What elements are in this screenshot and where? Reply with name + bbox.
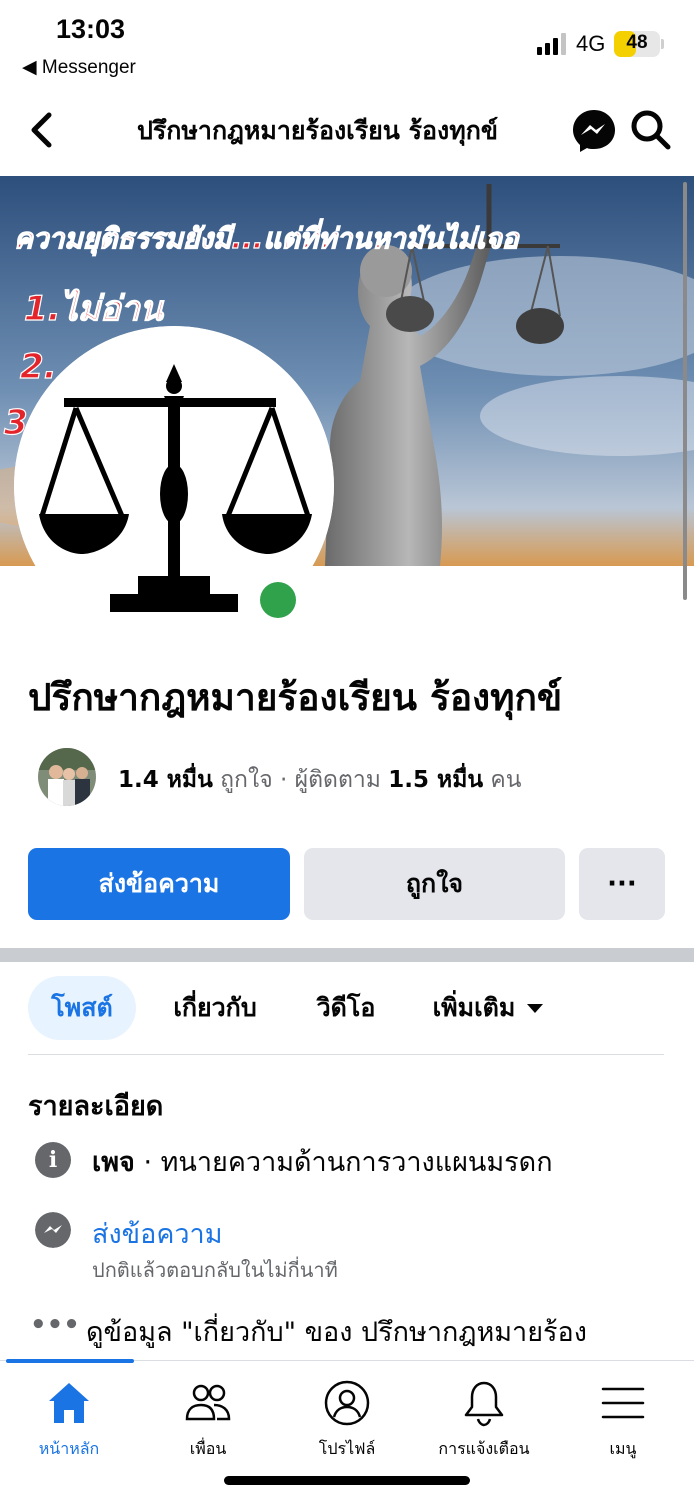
signal-icon [537,33,566,55]
home-icon [49,1383,89,1423]
online-dot [260,582,296,618]
cover-item-1: 1.ไม่อ่าน [24,288,165,329]
hamburger-menu-icon [601,1387,645,1419]
nav-notifications[interactable]: การแจ้งเตือน [419,1375,549,1459]
likes-label: ถูกใจ [220,767,273,793]
send-message-button[interactable]: ส่งข้อความ [28,848,290,920]
nav-profile[interactable]: โปรไฟล์ [282,1375,412,1459]
category-value: ทนายความด้านการวางแผนมรดก [160,1147,553,1178]
battery-nub [661,39,664,49]
active-tab-indicator [6,1359,134,1363]
messenger-small-icon [35,1212,71,1248]
nav-notifications-label: การแจ้งเตือน [438,1439,530,1458]
bell-icon [464,1381,504,1427]
friends-avatar [38,748,96,806]
info-icon: i [35,1142,71,1178]
response-time: ปกติแล้วตอบกลับในไม่กี่นาที [92,1258,338,1282]
nav-profile-label: โปรไฟล์ [318,1439,376,1458]
details-heading: รายละเอียด [28,1091,164,1122]
more-options-button[interactable]: ··· [579,848,665,920]
page-stats[interactable]: 1.4 หมื่น ถูกใจ · ผู้ติดตาม 1.5 หมื่น คน [38,748,678,806]
friends-icon [185,1384,231,1421]
online-status [252,574,304,626]
profile-tabs: โพสต์ เกี่ยวกับ วิดีโอ เพิ่มเติม [0,976,694,1040]
tab-videos[interactable]: วิดีโอ [296,976,396,1040]
back-arrow-icon[interactable] [22,107,62,153]
battery-icon: 48 [614,31,660,57]
nav-home-label: หน้าหลัก [38,1439,100,1458]
cover-item-2: 2. [20,347,57,387]
followers-unit: คน [490,767,522,793]
back-to-messenger-link[interactable]: ◀ Messenger [22,56,136,79]
see-about-link[interactable]: ดูข้อมูล "เกี่ยวกับ" ของ ปรึกษากฎหมายร้อ… [86,1310,686,1353]
home-indicator [224,1476,470,1485]
header-title: ปรึกษากฎหมายร้องเรียน ร้องทุกข์ [137,116,498,145]
followers-label: ผู้ติดตาม [294,767,381,793]
nav-friends-label: เพื่อน [189,1439,227,1458]
nav-home[interactable]: หน้าหลัก [4,1375,134,1459]
profile-icon [324,1380,370,1426]
status-bar: 13:03 ◀ Messenger 4G 48 [0,0,694,90]
nav-menu-label: เมนู [609,1439,637,1458]
search-icon[interactable] [628,107,674,153]
stats-separator: · [279,767,288,793]
network-type: 4G [576,31,606,56]
messenger-icon[interactable] [570,107,618,155]
caret-down-icon [527,1004,544,1013]
status-time: 13:03 [56,14,126,44]
stats-text: 1.4 หมื่น ถูกใจ · ผู้ติดตาม 1.5 หมื่น คน [118,762,522,798]
page-name: ปรึกษากฎหมายร้องเรียน ร้องทุกข์ [28,676,563,719]
category-row: เพจ · ทนายความด้านการวางแผนมรดก [92,1140,553,1183]
nav-menu[interactable]: เมนู [558,1375,688,1459]
section-divider [0,948,694,962]
category-label: เพจ [92,1147,135,1178]
followers-count: 1.5 หมื่น [388,767,484,793]
tab-more[interactable]: เพิ่มเติม [414,976,564,1040]
battery-percent: 48 [626,32,648,53]
category-separator: · [134,1147,161,1178]
tab-posts[interactable]: โพสต์ [28,976,136,1040]
tabs-divider [28,1054,664,1055]
send-message-link[interactable]: ส่งข้อความ [92,1212,223,1255]
likes-count: 1.4 หมื่น [118,767,213,793]
tab-more-label: เพิ่มเติม [432,993,516,1022]
more-dots-icon: ••• [30,1310,80,1340]
scroll-indicator [683,182,687,600]
nav-friends[interactable]: เพื่อน [143,1375,273,1459]
page-header: ปรึกษากฎหมายร้องเรียน ร้องทุกข์ [0,95,694,171]
tab-about[interactable]: เกี่ยวกับ [150,976,280,1040]
like-button[interactable]: ถูกใจ [304,848,565,920]
cover-headline: ความยุติธรรมยังมี...แต่ที่ท่านหามันไม่เจ… [14,218,521,256]
